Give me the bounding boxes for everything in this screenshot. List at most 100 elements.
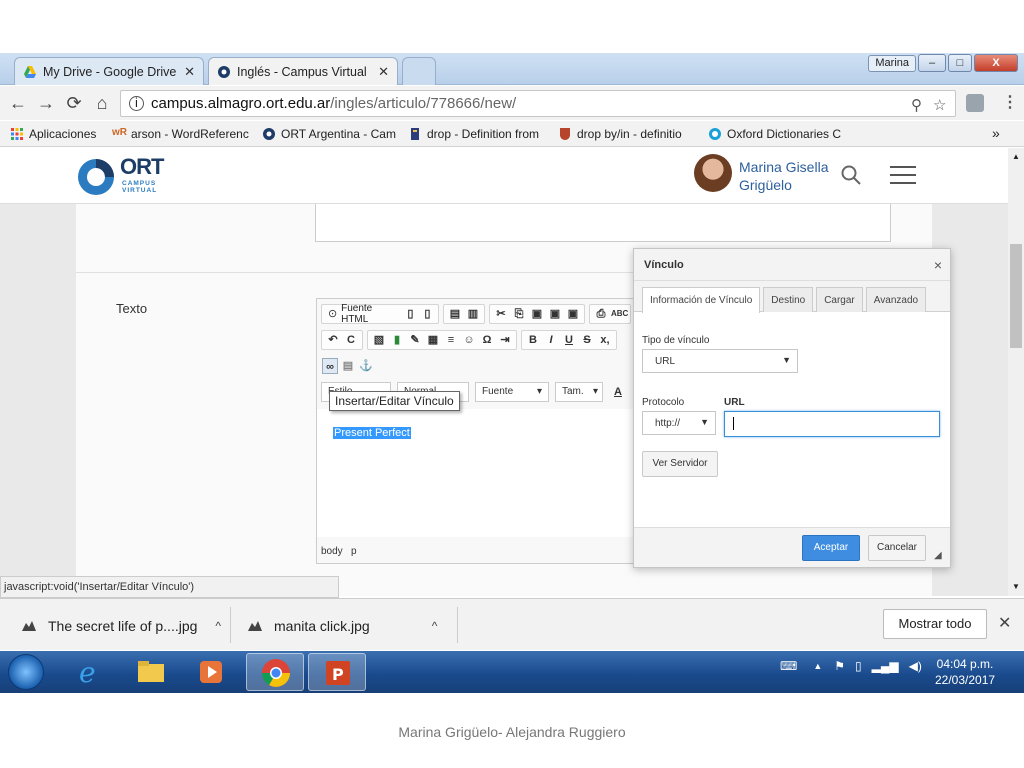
network-signal-icon[interactable]: ▂▄▆ [872,659,899,673]
print-icon[interactable]: ▥ [465,306,481,322]
system-clock[interactable]: 04:04 p.m. 22/03/2017 [935,656,995,688]
keyboard-icon[interactable]: ⌨ [780,659,797,673]
show-all-button[interactable]: Mostrar todo [883,609,987,639]
ort-campus-logo[interactable]: ORT CAMPUS VIRTUAL [76,154,176,198]
chevron-up-icon[interactable]: ^ [432,619,438,633]
chevron-up-icon[interactable]: ^ [215,619,221,633]
reload-icon[interactable]: ⟳ [60,93,88,114]
horizontal-rule-icon[interactable]: ≡ [443,332,459,348]
close-icon[interactable]: × [934,257,942,273]
bookmark-oxford[interactable]: Oxford Dictionaries C [708,127,850,141]
tab-link-info[interactable]: Información de Vínculo [642,287,761,313]
paste-icon[interactable]: ▣ [529,306,545,322]
taskbar-file-explorer[interactable] [122,653,180,691]
italic-icon[interactable]: I [543,332,559,348]
text-color-icon[interactable]: A [610,384,626,400]
tab-upload[interactable]: Cargar [816,287,863,312]
new-page-icon[interactable]: ▯ [403,306,418,322]
image-icon[interactable]: ▧ [371,332,387,348]
link-icon[interactable]: ∞ [322,358,338,374]
paste-word-icon[interactable]: ▣ [565,306,581,322]
templates-icon[interactable]: ▤ [447,306,463,322]
source-html-button[interactable]: Fuente HTML [341,303,399,325]
url-input[interactable] [724,411,940,437]
extension-icon[interactable] [966,94,984,112]
bookmarks-overflow-icon[interactable]: » [992,125,1000,141]
scroll-up-icon[interactable]: ▲ [1012,152,1020,161]
path-p[interactable]: p [351,546,357,557]
cut-icon[interactable]: ✂ [493,306,509,322]
smiley-pen-icon[interactable]: ✎ [407,332,423,348]
address-bar[interactable]: i campus.almagro.ort.edu.ar/ingles/artic… [120,90,956,117]
selected-text[interactable]: Present Perfect [333,427,411,439]
close-icon[interactable]: ✕ [998,613,1011,633]
forward-arrow-icon[interactable]: → [32,93,60,114]
search-icon[interactable] [840,164,862,186]
undo-icon[interactable]: ↶ [325,332,341,348]
unlink-icon[interactable]: ▤ [340,358,356,374]
info-icon[interactable]: i [129,96,144,111]
tab-target[interactable]: Destino [763,287,814,312]
home-icon[interactable]: ⌂ [88,93,116,114]
spellcheck-icon[interactable]: ABC [611,306,628,322]
hamburger-menu-icon[interactable] [890,166,916,186]
scroll-thumb[interactable] [1010,244,1022,348]
size-combo[interactable]: Tam. ▾ [555,382,603,402]
volume-icon[interactable]: ◀) [909,659,922,673]
download-item[interactable]: The secret life of p....jpg ^ [20,607,221,645]
profile-button[interactable]: Marina [868,55,916,72]
preview-icon[interactable]: ▯ [420,306,435,322]
cancel-button[interactable]: Cancelar [868,535,926,561]
close-tab-icon[interactable]: ✕ [184,64,195,80]
link-type-select[interactable]: URL ▼ [642,349,798,373]
back-arrow-icon[interactable]: ← [4,93,32,114]
new-tab-button[interactable] [402,57,436,85]
taskbar-media-player[interactable] [182,653,240,691]
bookmark-drop-definition[interactable]: drop - Definition from [408,127,548,141]
smiley-icon[interactable]: ☺ [461,332,477,348]
previous-textarea[interactable] [315,204,891,242]
strikethrough-icon[interactable]: S [579,332,595,348]
flash-icon[interactable]: ▮ [389,332,405,348]
power-icon[interactable]: ▯ [855,659,862,673]
paste-text-icon[interactable]: ▣ [547,306,563,322]
bookmark-aplicaciones[interactable]: Aplicaciones [10,127,102,141]
more-menu-icon[interactable]: ⋮ [1002,92,1018,112]
table-icon[interactable]: ▦ [425,332,441,348]
print-icon[interactable]: ⎙ [593,306,609,322]
tab-ingles-campus[interactable]: Inglés - Campus Virtual ✕ [208,57,398,85]
resize-handle-icon[interactable]: ◢ [934,550,942,561]
taskbar-internet-explorer[interactable]: e [60,653,118,691]
accept-button[interactable]: Aceptar [802,535,860,561]
bookmark-star-icon[interactable]: ☆ [933,96,946,114]
underline-icon[interactable]: U [561,332,577,348]
taskbar-powerpoint[interactable]: P [308,653,366,691]
browse-server-button[interactable]: Ver Servidor [642,451,718,477]
download-item[interactable]: manita click.jpg ^ [246,607,437,645]
minimize-button[interactable]: – [918,54,946,72]
close-window-button[interactable]: X [974,54,1018,72]
special-char-icon[interactable]: Ω [479,332,495,348]
tab-advanced[interactable]: Avanzado [865,287,927,312]
scroll-down-icon[interactable]: ▼ [1012,582,1020,591]
start-button[interactable] [8,654,44,690]
anchor-icon[interactable]: ⚓ [358,358,374,374]
editor-content-area[interactable]: Present Perfect [317,409,635,537]
show-hidden-icons[interactable]: ▲ [813,661,822,671]
tab-google-drive[interactable]: My Drive - Google Drive ✕ [14,57,204,85]
bookmark-wordreference[interactable]: wR arson - WordReferenc [112,127,252,141]
redo-icon[interactable]: C [343,332,359,348]
page-break-icon[interactable]: ⇥ [497,332,513,348]
close-tab-icon[interactable]: ✕ [378,64,389,80]
bookmark-drop-by-in[interactable]: drop by/in - definitio [558,127,698,141]
user-name[interactable]: Marina Gisella Grigüelo [739,158,829,194]
copy-icon[interactable]: ⎘ [511,306,527,322]
font-combo[interactable]: Fuente ▾ [475,382,549,402]
bold-icon[interactable]: B [525,332,541,348]
path-body[interactable]: body [321,546,343,557]
zoom-icon[interactable]: ⚲ [911,96,922,114]
subscript-icon[interactable]: x, [597,332,613,348]
page-scrollbar[interactable]: ▲ ▼ [1008,148,1024,596]
bookmark-ort-argentina[interactable]: ORT Argentina - Cam [262,127,398,141]
avatar[interactable] [694,154,732,192]
